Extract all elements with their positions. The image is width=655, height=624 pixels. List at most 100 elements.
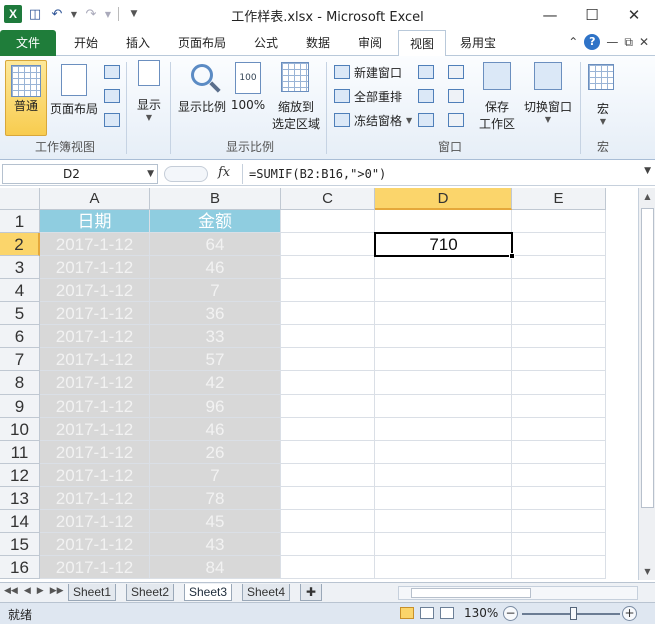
maximize-button[interactable]: ☐ <box>571 0 613 30</box>
amount-cell[interactable]: 45 <box>150 509 281 533</box>
date-cell[interactable]: 2017-1-12 <box>40 256 150 280</box>
zoom-to-selection-button[interactable]: 缩放到 选定区域 <box>270 62 322 132</box>
amount-cell[interactable]: 26 <box>150 440 281 464</box>
reset-window-position-button[interactable] <box>448 110 464 130</box>
grid-cell[interactable] <box>512 233 606 257</box>
show-button[interactable]: 显示 ▼ <box>132 60 166 122</box>
amount-cell[interactable]: 43 <box>150 532 281 557</box>
date-cell[interactable]: 2017-1-12 <box>40 325 150 349</box>
amount-cell[interactable]: 7 <box>150 279 281 303</box>
save-workspace-button[interactable]: 保存 工作区 <box>474 62 520 132</box>
date-cell[interactable]: 2017-1-12 <box>40 348 150 372</box>
grid-cell[interactable] <box>375 302 512 326</box>
date-cell[interactable]: 2017-1-12 <box>40 486 150 510</box>
row-header[interactable]: 9 <box>0 394 40 418</box>
tab-data[interactable]: 数据 <box>294 30 342 56</box>
grid-cell[interactable] <box>375 509 512 533</box>
grid-cell[interactable] <box>512 532 606 557</box>
date-cell[interactable]: 2017-1-12 <box>40 371 150 395</box>
redo-icon[interactable]: ↷ <box>82 5 100 23</box>
zoom-slider-thumb[interactable] <box>570 607 577 620</box>
date-cell[interactable]: 2017-1-12 <box>40 394 150 418</box>
date-cell[interactable]: 2017-1-12 <box>40 302 150 326</box>
amount-cell[interactable]: 84 <box>150 556 281 580</box>
amount-cell[interactable]: 7 <box>150 463 281 487</box>
grid-cell[interactable] <box>512 417 606 441</box>
macros-button[interactable]: 宏 ▼ <box>586 64 620 126</box>
grid-cell[interactable] <box>512 463 606 487</box>
grid-cell[interactable] <box>281 371 375 395</box>
custom-views-button[interactable] <box>104 86 120 106</box>
column-header-col-d[interactable]: D <box>375 188 512 210</box>
row-header[interactable]: 15 <box>0 532 40 557</box>
formula-bar-handle[interactable] <box>164 166 208 182</box>
row-header[interactable]: 7 <box>0 348 40 372</box>
tab-view[interactable]: 视图 <box>398 30 446 57</box>
active-cell-d2[interactable]: 710 <box>374 232 513 258</box>
insert-function-button[interactable]: fx <box>218 165 230 180</box>
page-break-status-icon[interactable] <box>440 607 454 619</box>
formula-input[interactable]: =SUMIF(B2:B16,">0") <box>242 164 632 184</box>
column-header-col-b[interactable]: B <box>150 188 281 210</box>
row-header[interactable]: 8 <box>0 371 40 395</box>
grid-cell[interactable] <box>281 486 375 510</box>
grid-cell[interactable] <box>512 486 606 510</box>
view-side-by-side-button[interactable] <box>448 62 464 82</box>
prev-sheet-icon[interactable]: ◀ <box>24 586 31 596</box>
sheet-tab-sheet3[interactable]: Sheet3 <box>184 584 233 601</box>
column-header-col-a[interactable]: A <box>40 188 150 210</box>
grid-cell[interactable] <box>375 556 512 580</box>
grid-cell[interactable] <box>281 463 375 487</box>
grid-cell[interactable] <box>512 509 606 533</box>
amount-cell[interactable]: 96 <box>150 394 281 418</box>
horizontal-scroll-thumb[interactable] <box>411 588 531 598</box>
switch-windows-button[interactable]: 切换窗口 ▼ <box>520 62 576 124</box>
date-cell[interactable]: 2017-1-12 <box>40 440 150 464</box>
grid-cell[interactable] <box>281 233 375 257</box>
amount-cell[interactable]: 42 <box>150 371 281 395</box>
grid-cell[interactable] <box>375 371 512 395</box>
insert-sheet-icon[interactable]: ✚ <box>300 584 322 601</box>
last-sheet-icon[interactable]: ▶▶ <box>50 586 64 596</box>
collapse-ribbon-icon[interactable]: ⌃ <box>568 35 578 49</box>
next-sheet-icon[interactable]: ▶ <box>37 586 44 596</box>
tab-home[interactable]: 开始 <box>62 30 110 56</box>
doc-minimize-icon[interactable]: — <box>606 35 618 49</box>
sheet-tab-sheet1[interactable]: Sheet1 <box>68 584 117 601</box>
name-box[interactable]: D2 ▼ <box>2 164 158 184</box>
row-header[interactable]: 16 <box>0 556 40 580</box>
undo-icon[interactable]: ↶ <box>48 5 66 23</box>
doc-close-icon[interactable]: ✕ <box>639 35 649 49</box>
grid-cell[interactable] <box>281 532 375 557</box>
grid-cell[interactable] <box>375 348 512 372</box>
full-screen-button[interactable] <box>104 110 120 130</box>
amount-cell[interactable]: 57 <box>150 348 281 372</box>
vertical-scroll-thumb[interactable] <box>641 208 654 508</box>
synchronous-scroll-button[interactable] <box>448 86 464 106</box>
row-header[interactable]: 13 <box>0 486 40 510</box>
grid-cell[interactable] <box>281 556 375 580</box>
amount-cell[interactable]: 46 <box>150 256 281 280</box>
grid-cell[interactable] <box>375 532 512 557</box>
zoom-in-icon[interactable]: + <box>622 606 637 621</box>
row-header[interactable]: 4 <box>0 279 40 303</box>
amount-cell[interactable]: 36 <box>150 302 281 326</box>
fill-handle[interactable] <box>509 253 515 260</box>
first-sheet-icon[interactable]: ◀◀ <box>4 586 18 596</box>
grid-cell[interactable] <box>281 302 375 326</box>
row-header[interactable]: 1 <box>0 210 40 234</box>
grid-cell[interactable] <box>512 556 606 580</box>
save-icon[interactable]: ◫ <box>26 5 44 23</box>
grid-cell[interactable] <box>512 302 606 326</box>
row-header[interactable]: 2 <box>0 233 40 257</box>
column-header-col-e[interactable]: E <box>512 188 606 210</box>
tab-file[interactable]: 文件 <box>0 30 56 56</box>
grid-cell[interactable] <box>512 371 606 395</box>
grid-cell[interactable] <box>375 256 512 280</box>
unhide-button[interactable] <box>418 110 434 130</box>
grid-cell[interactable] <box>512 440 606 464</box>
freeze-panes-button[interactable]: 冻结窗格 ▼ <box>334 110 412 130</box>
date-cell[interactable]: 2017-1-12 <box>40 233 150 257</box>
date-cell[interactable]: 2017-1-12 <box>40 279 150 303</box>
undo-dropdown-icon[interactable]: ▼ <box>70 5 78 23</box>
